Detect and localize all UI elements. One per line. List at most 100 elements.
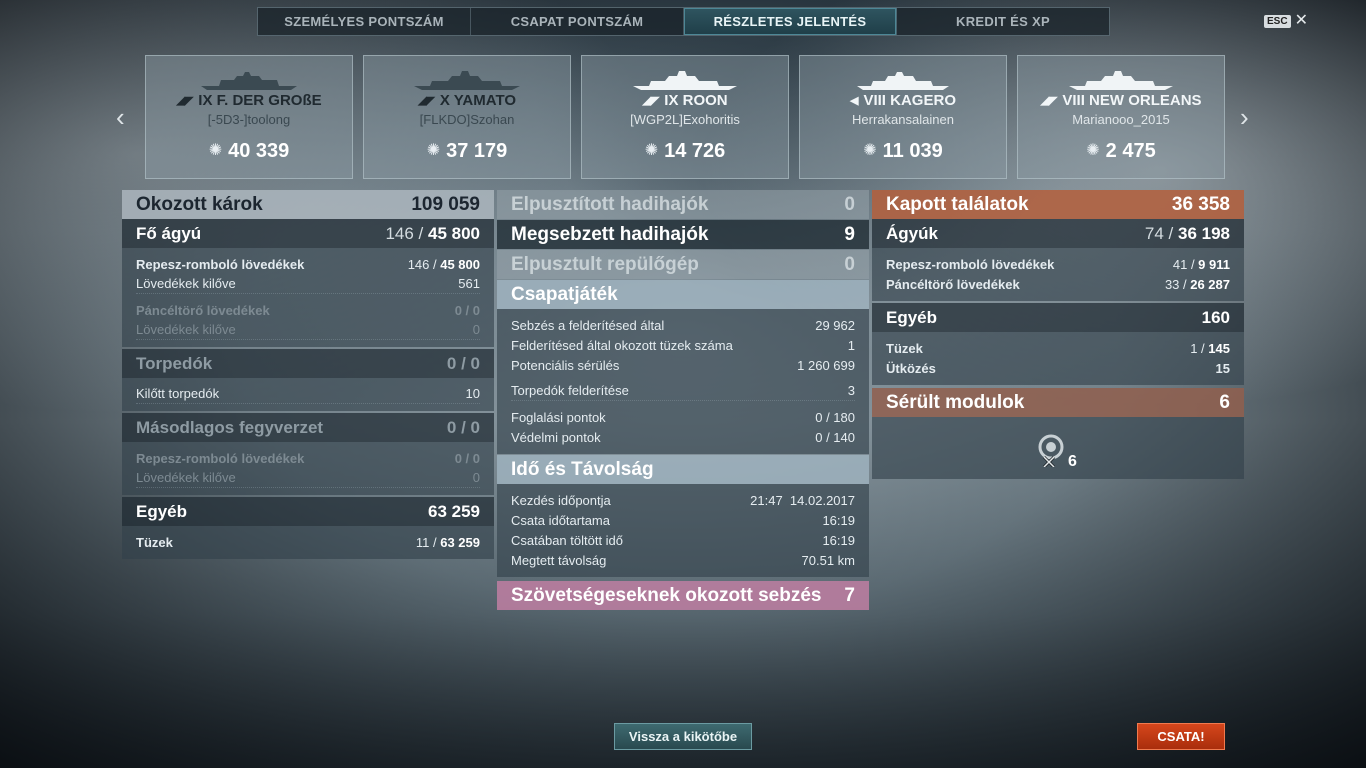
ship-name-text: IX ROON [664, 92, 728, 109]
battle-stats-panel: Elpusztított hadihajók 0 Megsebzett hadih… [497, 190, 869, 610]
tab-detailed-report[interactable]: RÉSZLETES JELENTÉS [684, 8, 897, 35]
close-icon[interactable]: ✕ [1295, 13, 1308, 29]
ship-class-icon: ◢◤ [642, 95, 660, 107]
ship-card[interactable]: ◀ VIII KAGERO Herrakansalainen ✺ 11 039 [799, 55, 1007, 179]
score-value: 14 726 [664, 140, 726, 162]
tab-bar: SZEMÉLYES PONTSZÁM CSAPAT PONTSZÁM RÉSZL… [257, 7, 1110, 36]
ship-class-icon: ◢◤ [1040, 95, 1058, 107]
ship-score: ✺ 11 039 [800, 140, 1006, 163]
ship-card[interactable]: ◢◤ IX F. DER GROßE [-5D3-]toolong ✺ 40 339 [145, 55, 353, 179]
ship-name: ◀ VIII KAGERO [800, 92, 1006, 109]
torpedoes-fired-row: Kilőtt torpedók 10 [136, 384, 480, 404]
ship-name-text: X YAMATO [439, 92, 517, 109]
ship-silhouette-icon [414, 71, 520, 90]
return-to-port-button[interactable]: Vissza a kikötőbe [614, 723, 752, 750]
damaged-modules-list: 6 [872, 417, 1244, 479]
fires-row: Tüzek 11 / 63 259 [136, 534, 480, 550]
score-icon: ✺ [644, 142, 659, 159]
teamplay-details: Sebzés a felderítésed által 29 962 Felder… [497, 309, 869, 454]
player-name: Herrakansalainen [852, 112, 954, 127]
defense-points-row: Védelmi pontok 0 / 140 [511, 429, 855, 445]
ship-card[interactable]: ◢◤ VIII NEW ORLEANS Marianooo_2015 ✺ 2 475 [1017, 55, 1225, 179]
time-in-battle-row: Csatában töltött idő 16:19 [511, 532, 855, 548]
ship-class-icon: ◢◤ [176, 95, 194, 107]
ship-silhouette-icon [1069, 71, 1173, 90]
score-value: 2 475 [1105, 140, 1156, 162]
ship-score: ✺ 2 475 [1018, 140, 1224, 163]
ship-cards: ◢◤ IX F. DER GROßE [-5D3-]toolong ✺ 40 339… [145, 55, 1225, 179]
player-name: [WGP2L]Exohoritis [630, 112, 740, 127]
secondary-he-row: Repesz-romboló lövedékek 0 / 0 [136, 450, 480, 466]
other-received-header: Egyéb 160 [872, 303, 1244, 332]
secondary-details: Repesz-romboló lövedékek 0 / 0 Lövedékek … [122, 442, 494, 495]
destroyed-ships-header: Elpusztított hadihajók 0 [497, 190, 869, 219]
module-damage-count: 6 [1068, 453, 1077, 470]
planes-destroyed-header: Elpusztult repülőgép 0 [497, 250, 869, 279]
secondary-header: Másodlagos fegyverzet 0 / 0 [122, 413, 494, 442]
tab-personal-score[interactable]: SZEMÉLYES PONTSZÁM [258, 8, 471, 35]
score-icon: ✺ [426, 142, 441, 159]
secondary-fired-row: Lövedékek kilőve 0 [136, 468, 480, 488]
ap-fired-row: Lövedékek kilőve 0 [136, 320, 480, 340]
torpedo-spotting-row: Torpedók felderítése 3 [511, 381, 855, 401]
ship-card[interactable]: ◢◤ X YAMATO [FLKDO]Szohan ✺ 37 179 [363, 55, 571, 179]
main-battery-label: Fő ágyú [136, 223, 202, 243]
start-time-row: Kezdés időpontja 21:47 14.02.2017 [511, 492, 855, 508]
battle-button[interactable]: CSATA! [1137, 723, 1225, 750]
guns-received-details: Repesz-romboló lövedékek 41 / 9 911 Pánc… [872, 248, 1244, 301]
ship-name: ◢◤ IX ROON [582, 92, 788, 109]
ship-name-text: IX F. DER GROßE [198, 92, 322, 109]
damage-dealt-header: Okozott károk 109 059 [122, 190, 494, 219]
distance-row: Megtett távolság 70.51 km [511, 552, 855, 568]
spotting-fires-row: Felderítésed által okozott tüzek száma 1 [511, 337, 855, 353]
ap-received-row: Páncéltörő lövedékek 33 / 26 287 [886, 276, 1230, 292]
module-damage-icon [1038, 434, 1064, 467]
ramming-row: Ütközés 15 [886, 360, 1230, 376]
ship-name: ◢◤ IX F. DER GROßE [146, 92, 352, 109]
damaged-modules-header: Sérült modulok 6 [872, 388, 1244, 417]
score-icon: ✺ [863, 142, 877, 159]
hits-received-header: Kapott találatok 36 358 [872, 190, 1244, 219]
main-battery-details: Repesz-romboló lövedékek 146 / 45 800 Lö… [122, 248, 494, 347]
ship-score: ✺ 14 726 [582, 140, 788, 163]
torpedoes-details: Kilőtt torpedók 10 [122, 378, 494, 411]
damage-dealt-panel: Okozott károk 109 059 Fő ágyú 146 / 45 8… [122, 190, 494, 559]
ship-class-icon: ◢◤ [417, 95, 435, 107]
damage-dealt-value: 109 059 [411, 193, 480, 215]
close-control[interactable]: ESC ✕ [1264, 13, 1308, 29]
time-distance-header: Idő és Távolság [497, 455, 869, 484]
score-value: 40 339 [228, 140, 290, 162]
he-shells-row: Repesz-romboló lövedékek 146 / 45 800 [136, 256, 480, 272]
torpedoes-header: Torpedók 0 / 0 [122, 349, 494, 378]
player-name: Marianooo_2015 [1072, 112, 1170, 127]
ship-name-text: VIII NEW ORLEANS [1062, 92, 1202, 109]
next-arrow-icon[interactable]: › [1240, 104, 1249, 130]
he-received-row: Repesz-romboló lövedékek 41 / 9 911 [886, 256, 1230, 272]
ship-silhouette-icon [633, 71, 737, 90]
other-damage-header: Egyéb 63 259 [122, 497, 494, 526]
teamplay-header: Csapatjáték [497, 280, 869, 309]
player-name: [-5D3-]toolong [207, 112, 291, 127]
score-value: 37 179 [446, 140, 508, 162]
ship-score: ✺ 40 339 [146, 140, 352, 163]
potential-damage-row: Potenciális sérülés 1 260 699 [511, 357, 855, 373]
prev-arrow-icon[interactable]: ‹ [116, 104, 125, 130]
tab-team-score[interactable]: CSAPAT PONTSZÁM [471, 8, 684, 35]
damage-dealt-label: Okozott károk [136, 193, 263, 215]
damage-received-panel: Kapott találatok 36 358 Ágyúk 74 / 36 198… [872, 190, 1244, 479]
ship-silhouette-icon [201, 72, 297, 90]
tab-credits-xp[interactable]: KREDIT ÉS XP [897, 8, 1109, 35]
fires-received-row: Tüzek 1 / 145 [886, 340, 1230, 356]
score-icon: ✺ [1086, 142, 1100, 159]
main-battery-header: Fő ágyú 146 / 45 800 [122, 219, 494, 248]
ship-name-text: VIII KAGERO [863, 92, 956, 109]
player-name: [FLKDO]Szohan [419, 112, 515, 127]
spotting-damage-row: Sebzés a felderítésed által 29 962 [511, 317, 855, 333]
time-distance-details: Kezdés időpontja 21:47 14.02.2017 Csata i… [497, 484, 869, 577]
capture-points-row: Foglalási pontok 0 / 180 [511, 409, 855, 425]
ship-score: ✺ 37 179 [364, 140, 570, 163]
ap-shells-row: Páncéltörő lövedékek 0 / 0 [136, 302, 480, 318]
ship-name: ◢◤ VIII NEW ORLEANS [1018, 92, 1224, 109]
ship-silhouette-icon [857, 72, 949, 90]
ship-card[interactable]: ◢◤ IX ROON [WGP2L]Exohoritis ✺ 14 726 [581, 55, 789, 179]
